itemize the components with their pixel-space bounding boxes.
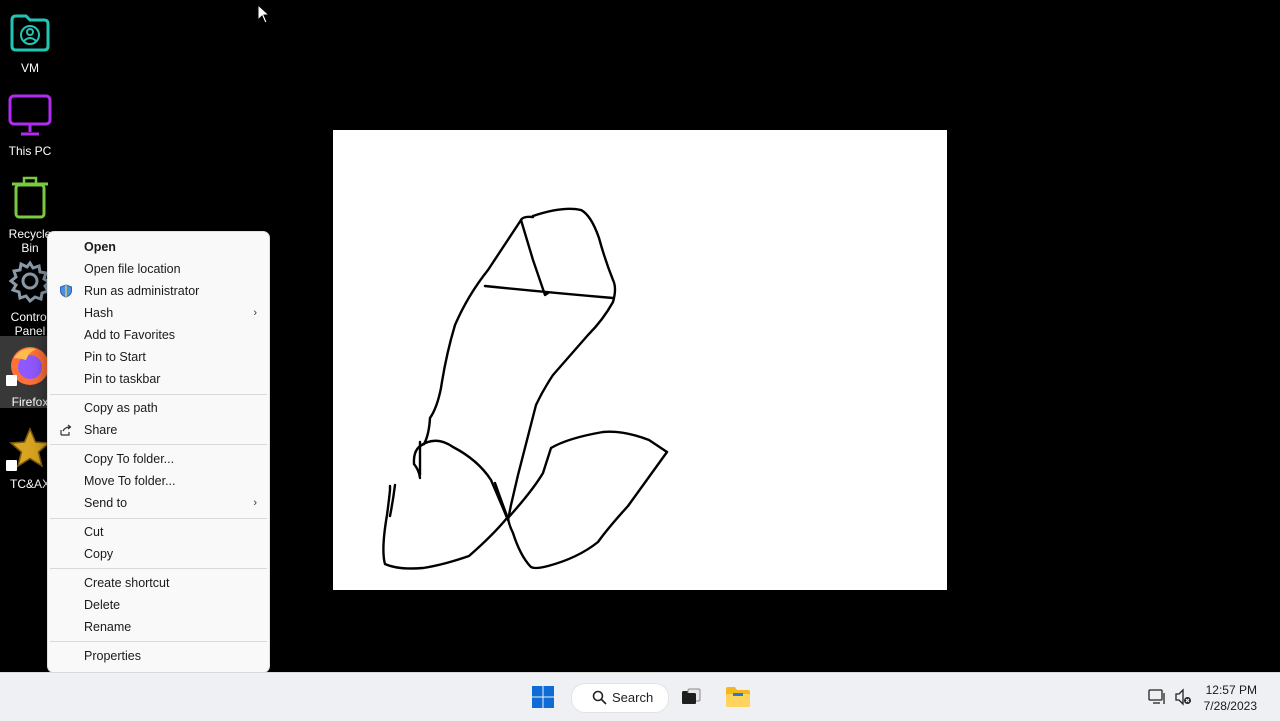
mouse-cursor-icon <box>257 4 271 24</box>
desktop-icon-vm[interactable]: VM <box>0 2 60 78</box>
menu-item-label: Open file location <box>84 262 181 276</box>
menu-item-delete[interactable]: Delete <box>48 594 269 616</box>
chevron-right-icon: › <box>253 497 257 509</box>
menu-item-copy[interactable]: Copy <box>48 543 269 565</box>
menu-item-label: Open <box>84 240 116 254</box>
menu-item-send-to[interactable]: Send to › <box>48 492 269 514</box>
shield-icon <box>60 284 72 298</box>
menu-item-rename[interactable]: Rename <box>48 616 269 638</box>
menu-item-label: Properties <box>84 649 141 663</box>
menu-item-label: Send to <box>84 496 128 510</box>
menu-separator <box>50 641 267 642</box>
file-explorer-icon[interactable] <box>725 685 751 709</box>
menu-item-label: Create shortcut <box>84 576 170 590</box>
menu-item-open-file-location[interactable]: Open file location <box>48 258 269 280</box>
drawing-canvas[interactable] <box>333 130 947 590</box>
menu-item-cut[interactable]: Cut <box>48 521 269 543</box>
menu-item-label: Hash <box>84 306 114 320</box>
shortcut-arrow-icon <box>6 460 17 471</box>
menu-item-label: Cut <box>84 525 104 539</box>
desktop-icon-label: This PC <box>8 144 52 158</box>
menu-item-copy-as-path[interactable]: Copy as path <box>48 397 269 419</box>
task-view-icon[interactable] <box>680 686 702 708</box>
menu-item-label: Move To folder... <box>84 474 176 488</box>
share-icon <box>60 424 72 436</box>
menu-item-open[interactable]: Open <box>48 236 269 258</box>
menu-item-label: Delete <box>84 598 121 612</box>
clock-date: 7/28/2023 <box>1203 699 1257 713</box>
menu-item-label: Copy To folder... <box>84 452 175 466</box>
menu-item-properties[interactable]: Properties <box>48 645 269 667</box>
menu-item-share[interactable]: Share <box>48 419 269 441</box>
menu-separator <box>50 394 267 395</box>
monitor-icon <box>0 91 60 139</box>
desktop-icon-this-pc[interactable]: This PC <box>0 85 60 161</box>
menu-item-create-shortcut[interactable]: Create shortcut <box>48 572 269 594</box>
recycle-bin-icon <box>0 174 60 222</box>
menu-item-label: Pin to Start <box>84 350 146 364</box>
menu-item-label: Pin to taskbar <box>84 372 161 386</box>
search-label: Search <box>612 690 654 705</box>
volume-muted-icon[interactable] <box>1174 688 1192 706</box>
system-clock[interactable]: 12:57 PM 7/28/2023 <box>1204 682 1257 714</box>
menu-item-pin-to-start[interactable]: Pin to Start <box>48 346 269 368</box>
menu-separator <box>50 444 267 445</box>
menu-item-hash[interactable]: Hash › <box>48 302 269 324</box>
taskbar-search-box[interactable]: Search <box>571 683 669 713</box>
context-menu: Open Open file location Run as administr… <box>47 231 270 673</box>
shortcut-arrow-icon <box>6 375 17 386</box>
search-icon <box>592 690 607 705</box>
desktop-icon-label: VM <box>21 61 39 75</box>
vm-folder-icon <box>0 8 60 56</box>
menu-item-label: Add to Favorites <box>84 328 176 342</box>
menu-item-label: Run as administrator <box>84 284 200 298</box>
menu-item-label: Rename <box>84 620 132 634</box>
chevron-right-icon: › <box>253 307 257 319</box>
menu-item-label: Copy <box>84 547 114 561</box>
taskbar: Search 12:57 PM 7/28/2023 <box>0 672 1280 721</box>
menu-item-label: Copy as path <box>84 401 158 415</box>
menu-item-copy-to-folder[interactable]: Copy To folder... <box>48 448 269 470</box>
menu-item-add-to-favorites[interactable]: Add to Favorites <box>48 324 269 346</box>
menu-item-run-as-administrator[interactable]: Run as administrator <box>48 280 269 302</box>
clock-time: 12:57 PM <box>1205 683 1257 697</box>
sketch-drawing <box>382 207 669 570</box>
menu-item-label: Share <box>84 423 118 437</box>
menu-item-pin-to-taskbar[interactable]: Pin to taskbar <box>48 368 269 390</box>
windows-start-icon[interactable] <box>531 685 555 709</box>
menu-separator <box>50 568 267 569</box>
network-icon[interactable] <box>1148 688 1166 706</box>
menu-separator <box>50 518 267 519</box>
menu-item-move-to-folder[interactable]: Move To folder... <box>48 470 269 492</box>
